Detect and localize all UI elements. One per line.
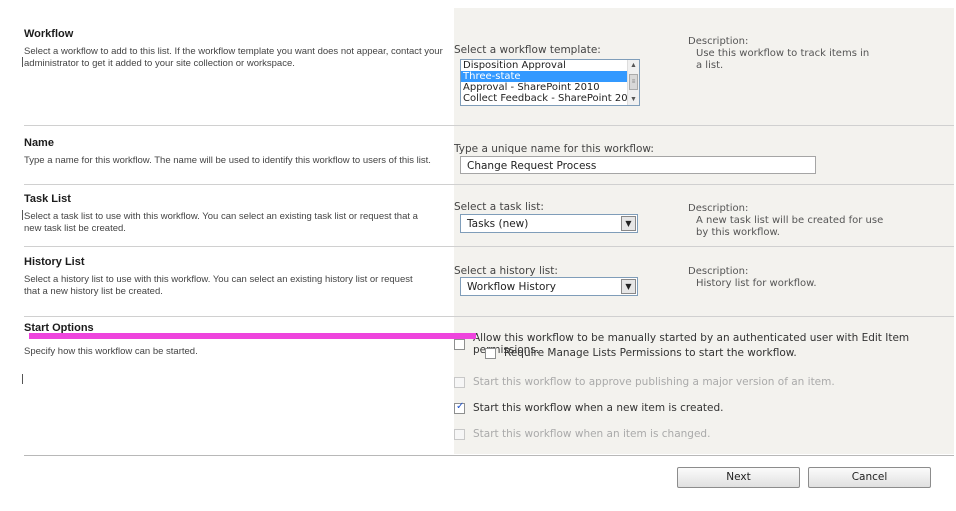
workflow-description: Select a workflow to add to this list. I… (24, 46, 443, 69)
text-cursor-mark (22, 374, 23, 384)
description-text: A new task list will be created for use … (696, 215, 884, 238)
scroll-up-icon[interactable]: ▲ (628, 62, 639, 69)
description-text: Use this workflow to track items in a li… (696, 48, 870, 71)
chevron-down-icon[interactable]: ▼ (621, 216, 636, 231)
template-option-selected[interactable]: Three-state (461, 71, 639, 82)
start-on-change-option: Start this workflow when an item is chan… (454, 428, 710, 440)
start-on-create-option[interactable]: Start this workflow when a new item is c… (454, 401, 724, 414)
listbox-scrollbar[interactable]: ▲ ≡ ▼ (627, 60, 639, 105)
workflow-template-label: Select a workflow template: (454, 44, 601, 56)
history-list-select[interactable]: Workflow History ▼ (460, 277, 638, 296)
require-manage-lists-label: Require Manage Lists Permissions to star… (504, 347, 797, 359)
highlight-bar (29, 333, 476, 339)
start-options-description: Specify how this workflow can be started… (24, 346, 198, 357)
history-list-label: Select a history list: (454, 265, 558, 277)
template-option[interactable]: Disposition Approval (461, 60, 639, 71)
allow-manual-start-checkbox[interactable] (454, 338, 465, 350)
approve-publishing-label: Start this workflow to approve publishin… (473, 376, 835, 388)
workflow-template-listbox[interactable]: Disposition Approval Three-state Approva… (460, 59, 640, 106)
description-label: Description: (688, 203, 749, 214)
section-divider (24, 246, 954, 247)
section-divider (24, 184, 954, 185)
require-manage-lists-option[interactable]: Require Manage Lists Permissions to star… (485, 347, 797, 359)
scroll-thumb[interactable]: ≡ (629, 74, 638, 90)
chevron-down-icon[interactable]: ▼ (621, 279, 636, 294)
description-label: Description: (688, 36, 749, 47)
task-list-select[interactable]: Tasks (new) ▼ (460, 214, 638, 233)
workflow-name-input[interactable]: Change Request Process (460, 156, 816, 174)
template-option[interactable]: Approval - SharePoint 2010 (461, 82, 639, 93)
text-cursor-mark (22, 57, 23, 67)
cancel-button[interactable]: Cancel (808, 467, 931, 488)
workflow-template-description: Description: Use this workflow to track … (688, 36, 878, 72)
history-list-info: Description: History list for workflow. (688, 266, 888, 290)
history-list-selected-value: Workflow History (467, 281, 556, 293)
task-list-selected-value: Tasks (new) (467, 218, 529, 230)
start-on-create-label: Start this workflow when a new item is c… (473, 402, 724, 414)
text-cursor-mark (22, 210, 23, 220)
start-on-change-checkbox (454, 428, 465, 440)
history-list-description: Select a history list to use with this w… (24, 274, 413, 297)
workflow-settings-page: Workflow Select a workflow to add to thi… (14, 0, 954, 511)
section-divider (24, 125, 954, 126)
name-description: Type a name for this workflow. The name … (24, 155, 431, 166)
task-list-title: Task List (24, 193, 71, 205)
task-list-description: Select a task list to use with this work… (24, 211, 418, 234)
workflow-title: Workflow (24, 28, 74, 40)
require-manage-lists-checkbox[interactable] (485, 347, 496, 359)
next-button[interactable]: Next (677, 467, 800, 488)
name-title: Name (24, 137, 54, 149)
section-divider (24, 316, 954, 317)
workflow-name-label: Type a unique name for this workflow: (454, 143, 654, 155)
task-list-info: Description: A new task list will be cre… (688, 203, 888, 239)
start-on-change-label: Start this workflow when an item is chan… (473, 428, 711, 440)
template-option[interactable]: Collect Feedback - SharePoint 20 (461, 93, 639, 104)
history-list-title: History List (24, 256, 85, 268)
section-divider (24, 455, 954, 456)
description-label: Description: (688, 266, 749, 277)
task-list-label: Select a task list: (454, 201, 544, 213)
approve-publishing-checkbox (454, 376, 465, 388)
scroll-down-icon[interactable]: ▼ (628, 96, 639, 103)
approve-publishing-option: Start this workflow to approve publishin… (454, 376, 835, 388)
start-on-create-checkbox[interactable] (454, 401, 465, 414)
description-text: History list for workflow. (696, 278, 817, 289)
